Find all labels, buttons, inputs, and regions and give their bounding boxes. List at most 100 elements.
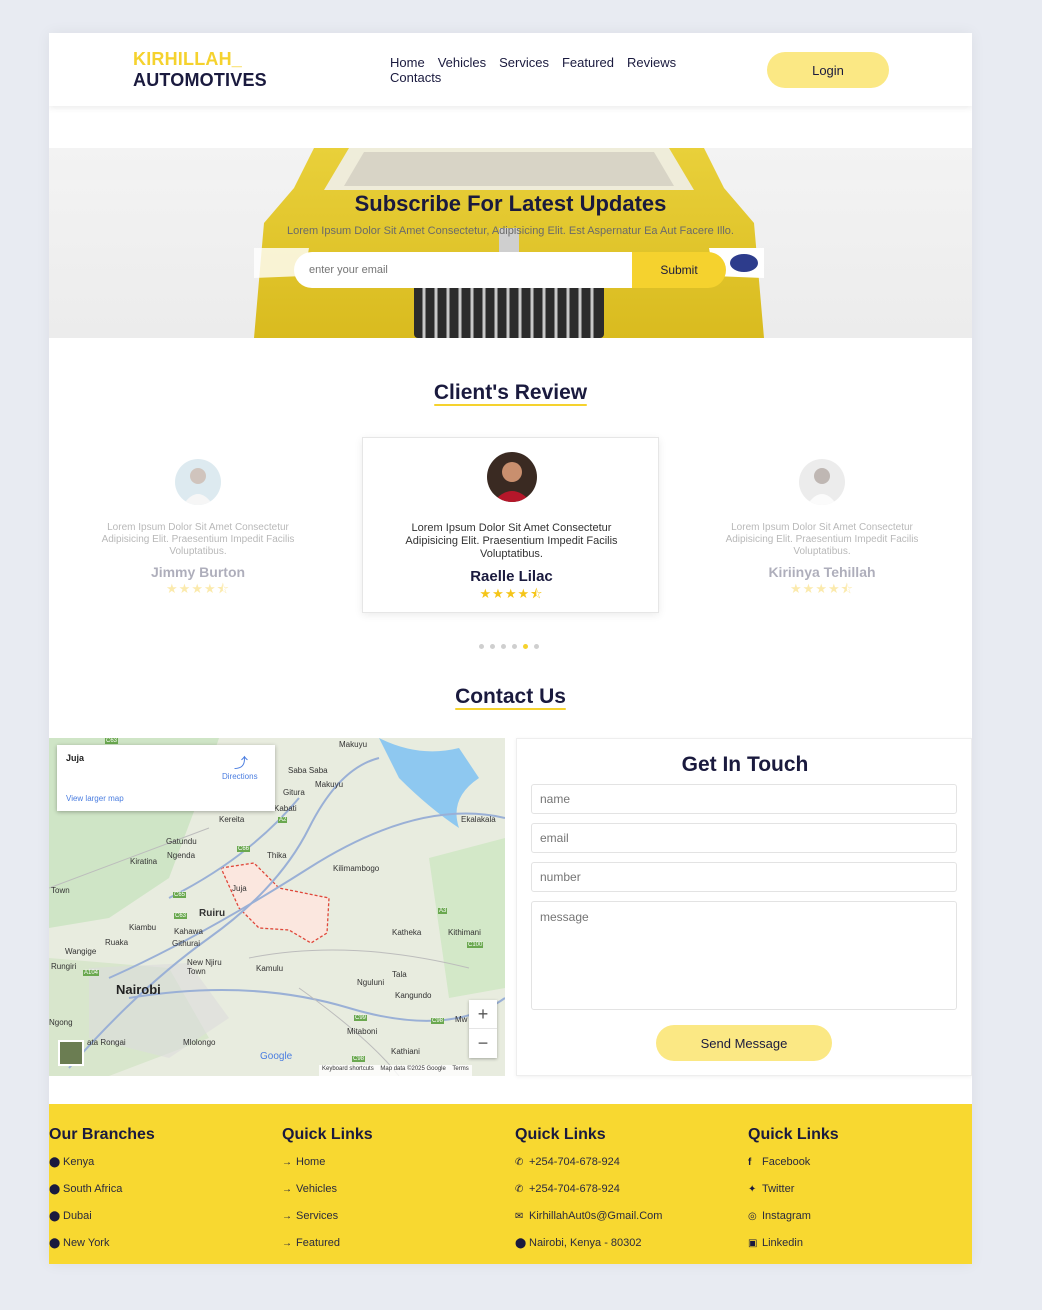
footer-social: Quick Links f Facebook ✦ Twitter ◎ Instagra…: [748, 1126, 972, 1262]
send-message-button[interactable]: Send Message: [656, 1025, 832, 1061]
carousel-dot[interactable]: [501, 644, 506, 649]
logo[interactable]: KIRHILLAH_ AUTOMOTIVES: [133, 49, 267, 91]
map-label: Githurai: [172, 939, 201, 948]
review-card-active[interactable]: Lorem Ipsum Dolor Sit Amet Consectetur A…: [362, 437, 659, 613]
map-label: Gitura: [283, 788, 305, 797]
footer-link-label: Home: [296, 1156, 326, 1168]
nav-contacts[interactable]: Contacts: [390, 70, 441, 85]
login-button[interactable]: Login: [767, 52, 889, 88]
footer-link[interactable]: ⬤ Nairobi, Kenya - 80302: [515, 1235, 745, 1262]
nav-home[interactable]: Home: [390, 55, 425, 70]
carousel-dot[interactable]: [512, 644, 517, 649]
directions-icon[interactable]: ⤴: [234, 753, 248, 773]
logo-line-1: KIRHILLAH_: [133, 49, 242, 69]
map-marker-icon: ⬤: [49, 1184, 61, 1195]
arrow-right-icon: →: [282, 1184, 292, 1195]
footer-link[interactable]: ✦ Twitter: [748, 1181, 972, 1208]
map-label: Kamulu: [256, 964, 284, 973]
subscribe-form: Submit: [294, 252, 726, 288]
map-marker-icon: ⬤: [49, 1238, 61, 1249]
twitter-icon: ✦: [748, 1184, 757, 1195]
map-label: Ruiru: [199, 908, 226, 919]
envelope-icon: ✉: [515, 1211, 524, 1222]
footer-link[interactable]: ⬤ South Africa: [49, 1181, 279, 1208]
zoom-out-button[interactable]: −: [469, 1029, 497, 1058]
name-field[interactable]: [531, 784, 957, 814]
road-label: C63: [105, 738, 119, 744]
message-field[interactable]: [531, 901, 957, 1010]
form-title: Get In Touch: [681, 753, 809, 776]
carousel-dot-active[interactable]: [523, 644, 528, 649]
terms-link[interactable]: Terms: [452, 1066, 468, 1072]
map-label: Kangundo: [395, 991, 432, 1000]
subscribe-hero: Subscribe For Latest Updates Lorem Ipsum…: [49, 148, 972, 338]
facebook-icon: f: [748, 1157, 752, 1168]
email-field[interactable]: [531, 823, 957, 853]
footer-link[interactable]: → Home: [282, 1154, 512, 1181]
directions-link[interactable]: Directions: [222, 772, 258, 781]
avatar: [486, 452, 537, 502]
footer-link[interactable]: → Services: [282, 1208, 512, 1235]
map-label: Gatundu: [166, 837, 197, 846]
avatar: [175, 459, 221, 505]
map-label: Ekalakala: [461, 815, 496, 824]
footer-link[interactable]: → Featured: [282, 1235, 512, 1262]
road-label: C98: [352, 1056, 366, 1062]
footer-link[interactable]: → Vehicles: [282, 1181, 512, 1208]
review-text: Lorem Ipsum Dolor Sit Amet Consectetur A…: [101, 522, 295, 557]
map-label: Kilimambogo: [333, 864, 380, 873]
map-label: Nguluni: [357, 978, 385, 987]
map-label: Mitaboni: [347, 1027, 378, 1036]
footer-branches: Our Branches ⬤ Kenya ⬤ South Africa ⬤ Dubai…: [49, 1126, 279, 1262]
footer-link[interactable]: ◎ Instagram: [748, 1208, 972, 1235]
subscribe-submit-button[interactable]: Submit: [632, 252, 726, 288]
reviewer-name: Raelle Lilac: [470, 568, 553, 585]
nav-reviews[interactable]: Reviews: [627, 55, 676, 70]
footer-link[interactable]: ▣ Linkedin: [748, 1235, 972, 1262]
satellite-toggle[interactable]: [58, 1040, 84, 1066]
footer-link[interactable]: ⬤ New York: [49, 1235, 279, 1262]
footer-link[interactable]: ⬤ Kenya: [49, 1154, 279, 1181]
footer-link-label: KirhillahAut0s@Gmail.Com: [529, 1210, 663, 1222]
number-field[interactable]: [531, 862, 957, 892]
review-card-right[interactable]: Lorem Ipsum Dolor Sit Amet Consectetur A…: [709, 459, 935, 602]
map-label: Kiambu: [129, 923, 157, 932]
footer-link[interactable]: f Facebook: [748, 1154, 972, 1181]
review-card-left[interactable]: Lorem Ipsum Dolor Sit Amet Consectetur A…: [85, 459, 311, 602]
map-label: Ngong: [49, 1018, 73, 1027]
instagram-icon: ◎: [748, 1211, 757, 1222]
map-label: Makuyu: [339, 740, 368, 749]
subscribe-email-input[interactable]: [294, 252, 639, 288]
footer-link[interactable]: ✆ +254-704-678-924: [515, 1154, 745, 1181]
view-larger-map-link[interactable]: View larger map: [66, 794, 124, 803]
carousel-dot[interactable]: [490, 644, 495, 649]
phone-icon: ✆: [515, 1184, 524, 1195]
contact-title-text: Contact Us: [455, 685, 566, 708]
nav-vehicles[interactable]: Vehicles: [438, 55, 486, 70]
footer-link[interactable]: ⬤ Dubai: [49, 1208, 279, 1235]
subscribe-subtitle: Lorem Ipsum Dolor Sit Amet Consectetur, …: [287, 225, 734, 237]
footer-heading: Our Branches: [49, 1126, 155, 1143]
road-label: C63: [174, 913, 188, 919]
keyboard-shortcuts-link[interactable]: Keyboard shortcuts: [322, 1066, 374, 1072]
map-label: Town: [51, 886, 70, 895]
map-label: Wangige: [65, 947, 97, 956]
road-label: C98: [431, 1018, 445, 1024]
subscribe-title: Subscribe For Latest Updates: [354, 191, 667, 216]
footer-link-label: +254-704-678-924: [529, 1156, 620, 1168]
nav-featured[interactable]: Featured: [562, 55, 614, 70]
map-label: Thika: [267, 851, 287, 860]
footer-link[interactable]: ✉ KirhillahAut0s@Gmail.Com: [515, 1208, 745, 1235]
nav-services[interactable]: Services: [499, 55, 549, 70]
carousel-dot[interactable]: [534, 644, 539, 649]
footer-link[interactable]: ✆ +254-704-678-924: [515, 1181, 745, 1208]
map-label: Kathiani: [391, 1047, 420, 1056]
reviews-title-text: Client's Review: [433, 381, 588, 404]
carousel-dot[interactable]: [479, 644, 484, 649]
map-label: Juja: [232, 884, 247, 893]
map-embed[interactable]: Makuyu Saba Saba Makuyu Gitura Kabati Ke…: [49, 738, 505, 1076]
avatar: [799, 459, 845, 505]
zoom-in-button[interactable]: +: [469, 1000, 497, 1029]
footer-heading: Quick Links: [282, 1126, 373, 1143]
car-image: [254, 148, 764, 338]
